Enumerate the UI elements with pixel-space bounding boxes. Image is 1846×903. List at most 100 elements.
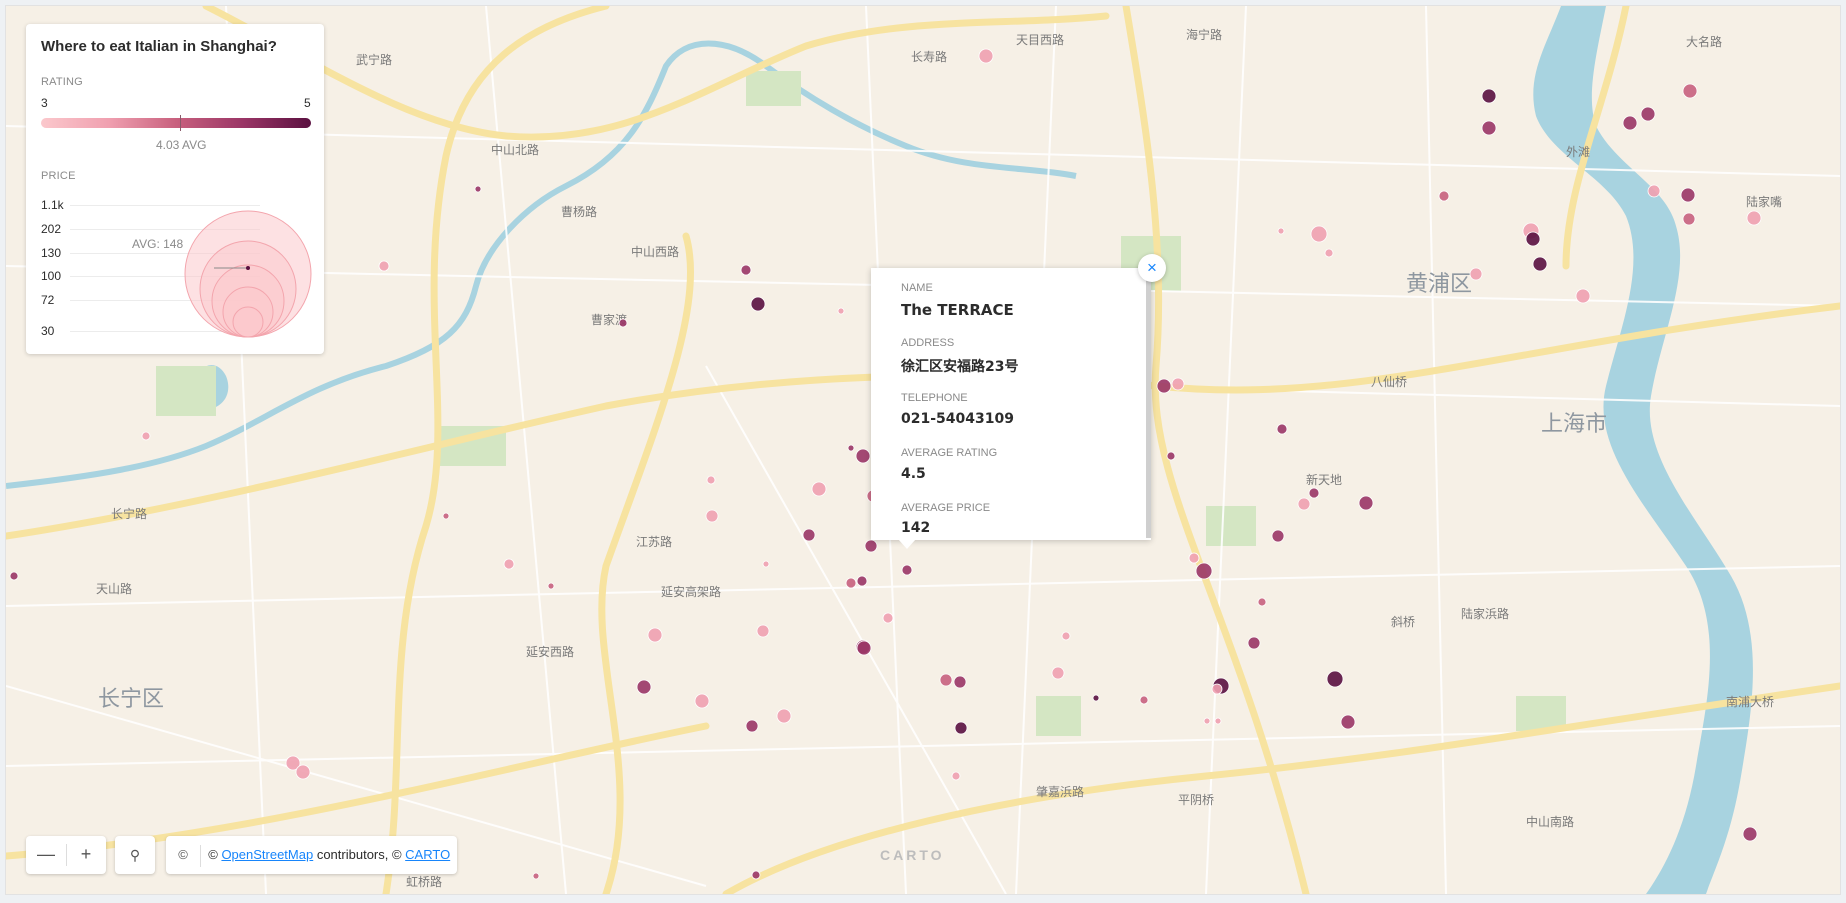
restaurant-marker[interactable] — [1310, 225, 1328, 243]
restaurant-marker[interactable] — [1680, 187, 1696, 203]
restaurant-marker[interactable] — [845, 577, 857, 589]
attribution-prefix: © — [208, 847, 222, 862]
restaurant-marker[interactable] — [1195, 562, 1213, 580]
restaurant-marker[interactable] — [882, 612, 894, 624]
restaurant-marker[interactable] — [1682, 83, 1698, 99]
restaurant-marker[interactable] — [1647, 184, 1661, 198]
carto-link[interactable]: CARTO — [405, 847, 450, 862]
restaurant-marker[interactable] — [1481, 120, 1497, 136]
restaurant-marker[interactable] — [1156, 378, 1172, 394]
restaurant-marker[interactable] — [1166, 451, 1176, 461]
street-label: 外滩 — [1566, 145, 1590, 159]
restaurant-marker[interactable] — [1324, 248, 1334, 258]
restaurant-marker[interactable] — [864, 539, 878, 553]
street-label: 大名路 — [1686, 34, 1722, 49]
restaurant-marker[interactable] — [1682, 212, 1696, 226]
restaurant-marker[interactable] — [503, 558, 515, 570]
restaurant-marker[interactable] — [1622, 115, 1638, 131]
restaurant-marker[interactable] — [1308, 487, 1320, 499]
restaurant-marker[interactable] — [1214, 717, 1222, 725]
restaurant-marker[interactable] — [295, 764, 311, 780]
restaurant-marker[interactable] — [856, 640, 872, 656]
restaurant-marker[interactable] — [705, 509, 719, 523]
restaurant-marker[interactable] — [1211, 683, 1223, 695]
restaurant-marker[interactable] — [1061, 631, 1071, 641]
restaurant-marker[interactable] — [953, 675, 967, 689]
restaurant-marker[interactable] — [1277, 227, 1285, 235]
restaurant-marker[interactable] — [939, 673, 953, 687]
restaurant-marker[interactable] — [802, 528, 816, 542]
zoom-in-button[interactable]: + — [66, 836, 106, 874]
restaurant-marker[interactable] — [1532, 256, 1548, 272]
restaurant-marker[interactable] — [1276, 423, 1288, 435]
restaurant-marker[interactable] — [1469, 267, 1483, 281]
restaurant-marker[interactable] — [762, 560, 770, 568]
restaurant-marker[interactable] — [1481, 88, 1497, 104]
attribution-toggle-button[interactable]: © — [166, 836, 200, 874]
restaurant-marker[interactable] — [750, 296, 766, 312]
popup-tail — [898, 539, 916, 549]
street-label: 长寿路 — [911, 49, 947, 64]
restaurant-marker[interactable] — [954, 721, 968, 735]
street-label: 肇嘉浜路 — [1036, 784, 1084, 799]
restaurant-marker[interactable] — [547, 582, 555, 590]
search-button[interactable]: ⚲ — [115, 836, 155, 874]
restaurant-marker[interactable] — [694, 693, 710, 709]
restaurant-marker[interactable] — [1297, 497, 1311, 511]
restaurant-marker[interactable] — [847, 444, 855, 452]
restaurant-marker[interactable] — [751, 870, 761, 880]
restaurant-marker[interactable] — [474, 185, 482, 193]
restaurant-marker[interactable] — [1247, 636, 1261, 650]
rating-color-ramp — [41, 118, 311, 128]
popup-scrollbar[interactable] — [1146, 268, 1151, 538]
restaurant-marker[interactable] — [951, 771, 961, 781]
street-label: 天目西路 — [1016, 32, 1064, 47]
restaurant-marker[interactable] — [1438, 190, 1450, 202]
popup-telephone-label: TELEPHONE — [901, 392, 968, 404]
restaurant-marker[interactable] — [756, 624, 770, 638]
restaurant-marker[interactable] — [1203, 717, 1211, 725]
price-tick: 130 — [41, 246, 62, 260]
restaurant-marker[interactable] — [1742, 826, 1758, 842]
openstreetmap-link[interactable]: OpenStreetMap — [221, 847, 313, 862]
restaurant-marker[interactable] — [378, 260, 390, 272]
street-label: 天山路 — [96, 581, 132, 596]
restaurant-marker[interactable] — [706, 475, 716, 485]
legend-panel: Where to eat Italian in Shanghai? RATING… — [26, 24, 324, 354]
restaurant-marker[interactable] — [856, 575, 868, 587]
restaurant-marker[interactable] — [1640, 106, 1656, 122]
restaurant-marker[interactable] — [745, 719, 759, 733]
restaurant-marker[interactable] — [647, 627, 663, 643]
zoom-out-button[interactable]: — — [26, 836, 66, 874]
restaurant-marker[interactable] — [1358, 495, 1374, 511]
restaurant-marker[interactable] — [1092, 694, 1100, 702]
restaurant-marker[interactable] — [1171, 377, 1185, 391]
restaurant-marker[interactable] — [811, 481, 827, 497]
restaurant-marker[interactable] — [618, 318, 628, 328]
restaurant-marker[interactable] — [740, 264, 752, 276]
restaurant-marker[interactable] — [442, 512, 450, 520]
restaurant-marker[interactable] — [141, 431, 151, 441]
restaurant-marker[interactable] — [855, 448, 871, 464]
restaurant-marker[interactable] — [532, 872, 540, 880]
restaurant-marker[interactable] — [1051, 666, 1065, 680]
restaurant-marker[interactable] — [1257, 597, 1267, 607]
restaurant-marker[interactable] — [837, 307, 845, 315]
restaurant-marker[interactable] — [1188, 552, 1200, 564]
restaurant-marker[interactable] — [1525, 231, 1541, 247]
restaurant-marker[interactable] — [9, 571, 19, 581]
restaurant-marker[interactable] — [1139, 695, 1149, 705]
restaurant-marker[interactable] — [636, 679, 652, 695]
street-label: 中山南路 — [1526, 814, 1574, 829]
restaurant-marker[interactable] — [776, 708, 792, 724]
popup-close-button[interactable]: × — [1138, 254, 1166, 282]
zoom-control: — + — [26, 836, 106, 874]
restaurant-marker[interactable] — [1340, 714, 1356, 730]
restaurant-marker[interactable] — [1271, 529, 1285, 543]
restaurant-marker[interactable] — [978, 48, 994, 64]
restaurant-marker[interactable] — [1326, 670, 1344, 688]
restaurant-marker[interactable] — [1746, 210, 1762, 226]
restaurant-marker[interactable] — [901, 564, 913, 576]
rating-min: 3 — [41, 96, 48, 110]
restaurant-marker[interactable] — [1575, 288, 1591, 304]
